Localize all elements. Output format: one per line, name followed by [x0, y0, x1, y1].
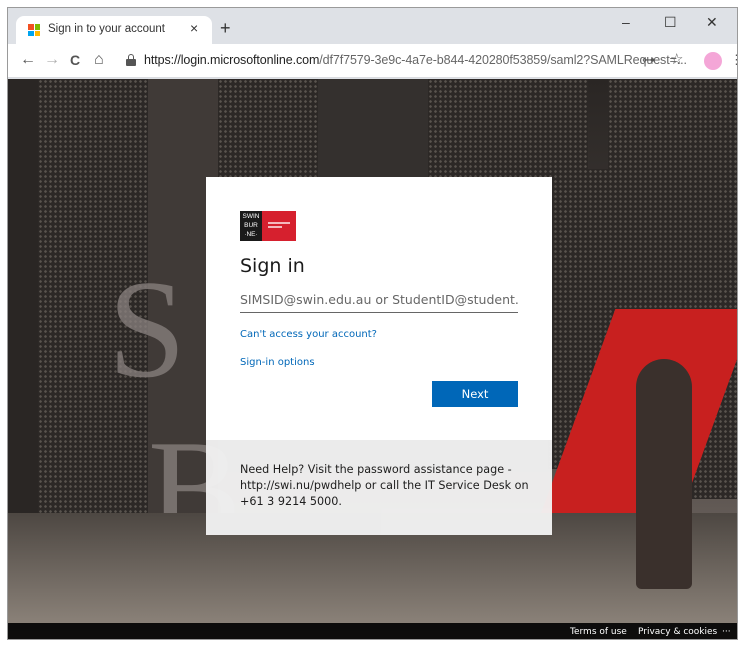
help-panel: Need Help? Visit the password assistance… — [206, 440, 552, 535]
address-bar[interactable]: https://login.microsoftonline.com/df7f75… — [120, 49, 687, 73]
key-icon[interactable]: ⊶ — [642, 52, 655, 68]
signin-options-link[interactable]: Sign-in options — [240, 357, 315, 368]
more-options-icon[interactable]: ··· — [722, 627, 731, 637]
background-building — [318, 79, 428, 179]
tab-signin[interactable]: Sign in to your account × — [16, 16, 212, 44]
help-text: Need Help? Visit the password assistance… — [240, 463, 529, 508]
url-path: /df7f7579-3e9c-4a7e-b844-420280f53859/sa… — [319, 53, 687, 67]
background-sign-letter: S — [108, 252, 186, 407]
logo-red-block — [262, 211, 296, 241]
tab-strip: Sign in to your account × + – ☐ ✕ — [8, 8, 737, 44]
url-text: https://login.microsoftonline.com/df7f75… — [144, 53, 687, 67]
menu-icon[interactable]: ⋮ — [730, 52, 737, 68]
page-content: S B SWIN BUR ·NE· Sign in Can't access y… — [8, 79, 737, 639]
tab-title: Sign in to your account — [48, 23, 165, 35]
minimize-button[interactable]: – — [622, 14, 630, 30]
browser-toolbar: ← → C ⌂ https://login.microsoftonline.co… — [8, 44, 737, 78]
maximize-button[interactable]: ☐ — [664, 14, 677, 31]
back-button[interactable]: ← — [20, 51, 36, 69]
tab-close-icon[interactable]: × — [190, 20, 198, 36]
home-button[interactable]: ⌂ — [94, 51, 104, 69]
username-field[interactable] — [240, 287, 518, 313]
cant-access-account-link[interactable]: Can't access your account? — [240, 329, 377, 340]
background-person — [636, 359, 692, 589]
privacy-cookies-link[interactable]: Privacy & cookies — [638, 627, 717, 637]
reload-button[interactable]: C — [70, 52, 80, 68]
url-domain: https://login.microsoftonline.com — [144, 53, 320, 67]
close-window-button[interactable]: ✕ — [706, 14, 718, 31]
bookmark-star-icon[interactable]: ☆ — [670, 50, 683, 68]
microsoft-logo-icon — [28, 24, 40, 36]
logo-text: SWIN BUR ·NE· — [240, 211, 262, 241]
profile-avatar[interactable] — [704, 52, 722, 70]
signin-card: SWIN BUR ·NE· Sign in Can't access your … — [206, 177, 552, 440]
new-tab-button[interactable]: + — [220, 18, 231, 39]
background-facade — [428, 79, 588, 179]
swinburne-logo: SWIN BUR ·NE· — [240, 211, 296, 241]
username-input[interactable] — [240, 287, 518, 311]
browser-window: Sign in to your account × + – ☐ ✕ ← → C … — [7, 7, 738, 640]
page-footer: Terms of use Privacy & cookies ··· — [8, 623, 737, 639]
signin-heading: Sign in — [240, 255, 305, 277]
background-facade — [218, 79, 318, 179]
terms-of-use-link[interactable]: Terms of use — [570, 627, 627, 637]
next-button[interactable]: Next — [432, 381, 518, 407]
forward-button[interactable]: → — [44, 51, 60, 69]
lock-icon — [126, 54, 136, 66]
